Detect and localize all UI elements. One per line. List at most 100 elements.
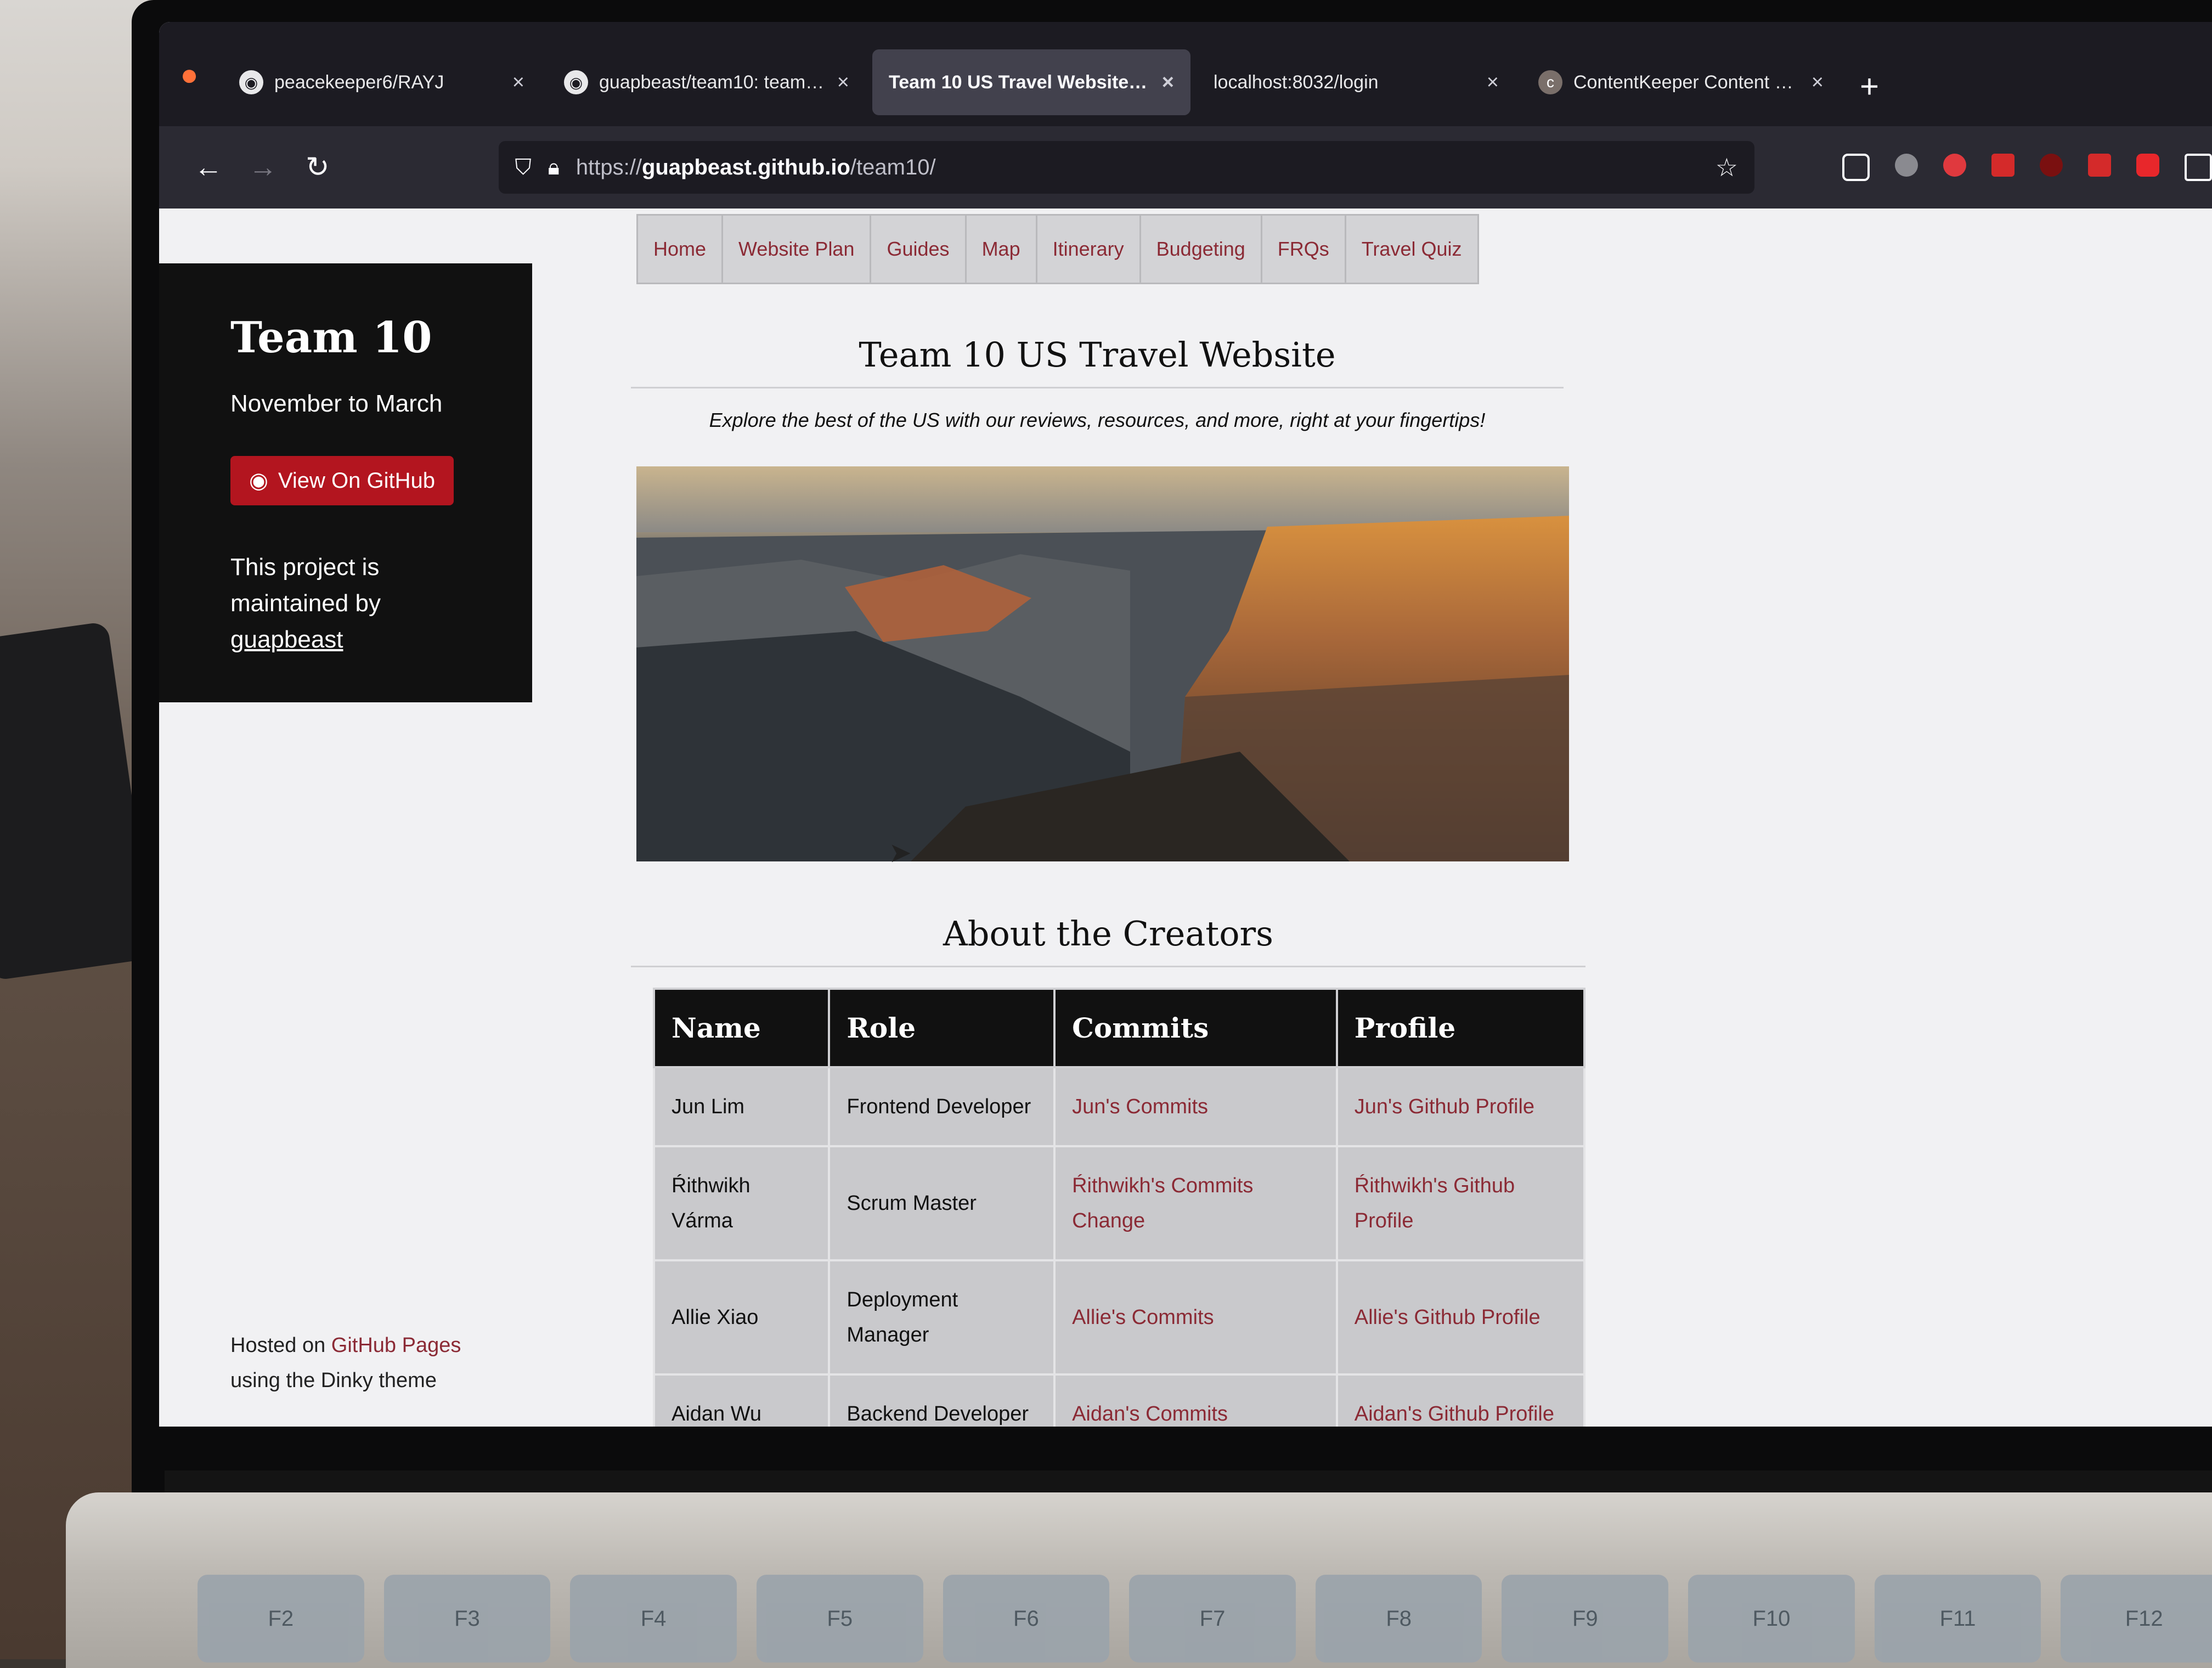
cell-profile: Jun's Github Profile bbox=[1335, 1066, 1586, 1147]
address-bar[interactable]: ⛉ 🔒︎ https://guapbeast.github.io/team10/… bbox=[498, 141, 1755, 194]
table-row: Ŕithwikh Várma Scrum Master Ŕithwikh's C… bbox=[652, 1145, 1586, 1261]
close-icon[interactable]: × bbox=[1812, 71, 1824, 94]
extension-ublock-icon[interactable] bbox=[2040, 154, 2063, 177]
table-header-row: Name Role Commits Profile bbox=[652, 988, 1586, 1068]
profile-link[interactable]: Ŕithwikh's Github Profile bbox=[1355, 1174, 1515, 1232]
tab-strip: ● ◉ peacekeeper6/RAYJ × ◉ guapbeast/team… bbox=[159, 22, 2212, 126]
profile-link[interactable]: Aidan's Github Profile bbox=[1355, 1402, 1554, 1425]
function-key[interactable]: F11 bbox=[1874, 1575, 2041, 1663]
tab-title: guapbeast/team10: team10 bbox=[599, 71, 826, 93]
header-commits: Commits bbox=[1053, 988, 1338, 1068]
function-key[interactable]: F8 bbox=[1315, 1575, 1482, 1663]
nav-home[interactable]: Home bbox=[638, 216, 724, 283]
tab-4[interactable]: localhost:8032/login × bbox=[1197, 49, 1515, 115]
navigation-toolbar: ← → ↻ ⛉ 🔒︎ https://guapbeast.github.io/t… bbox=[159, 126, 2212, 208]
nav-budgeting[interactable]: Budgeting bbox=[1141, 216, 1262, 283]
extensions-puzzle-icon[interactable] bbox=[2185, 154, 2212, 181]
commits-link[interactable]: Jun's Commits bbox=[1072, 1095, 1208, 1118]
tab-title: peacekeeper6/RAYJ bbox=[274, 71, 444, 93]
cell-profile: Ŕithwikh's Github Profile bbox=[1335, 1145, 1586, 1261]
tab-3-active[interactable]: Team 10 US Travel Website | Team 10 × bbox=[872, 49, 1190, 115]
profile-link[interactable]: Jun's Github Profile bbox=[1355, 1095, 1534, 1118]
cell-role: Frontend Developer bbox=[828, 1066, 1056, 1147]
tab-5[interactable]: c ContentKeeper Content Filtering × bbox=[1522, 49, 1840, 115]
reload-icon[interactable]: ↻ bbox=[290, 151, 345, 184]
nav-frqs[interactable]: FRQs bbox=[1262, 216, 1346, 283]
extension-shield-icon[interactable] bbox=[1943, 154, 1967, 177]
lock-icon: 🔒︎ bbox=[548, 155, 560, 179]
cell-profile: Aidan's Github Profile bbox=[1335, 1373, 1586, 1427]
profile-link[interactable]: Allie's Github Profile bbox=[1355, 1306, 1541, 1329]
table-row: Allie Xiao Deployment Manager Allie's Co… bbox=[652, 1259, 1586, 1376]
maintainer-text: This project is maintained by guapbeast bbox=[230, 549, 439, 658]
page-title: Team 10 US Travel Website bbox=[631, 335, 1564, 388]
function-key[interactable]: F10 bbox=[1688, 1575, 1855, 1663]
canyon-illustration bbox=[636, 466, 1569, 861]
function-key-row: F2 F3 F4 F5 F6 F7 F8 F9 F10 F11 F12 bbox=[198, 1575, 2212, 1663]
nav-guides[interactable]: Guides bbox=[871, 216, 967, 283]
cell-role: Deployment Manager bbox=[828, 1259, 1056, 1376]
bookmark-star-icon[interactable]: ☆ bbox=[1716, 153, 1738, 182]
extension-avatar-icon[interactable] bbox=[1895, 154, 1918, 177]
laptop-screen: ● ◉ peacekeeper6/RAYJ × ◉ guapbeast/team… bbox=[159, 22, 2212, 1427]
commits-link[interactable]: Aidan's Commits bbox=[1072, 1402, 1228, 1425]
tab-title: ContentKeeper Content Filtering bbox=[1573, 71, 1801, 93]
view-on-github-label: View On GitHub bbox=[278, 468, 435, 493]
contentkeeper-icon: c bbox=[1538, 70, 1562, 94]
grand-canyon-image bbox=[636, 466, 1569, 861]
header-profile: Profile bbox=[1335, 988, 1586, 1068]
close-icon[interactable]: × bbox=[1162, 71, 1174, 94]
commits-link[interactable]: Ŕithwikh's Commits Change bbox=[1072, 1174, 1253, 1232]
header-name: Name bbox=[652, 988, 831, 1068]
close-icon[interactable]: × bbox=[837, 71, 849, 94]
nav-itinerary[interactable]: Itinerary bbox=[1037, 216, 1141, 283]
table-row: Jun Lim Frontend Developer Jun's Commits… bbox=[652, 1066, 1586, 1147]
url-text: https://guapbeast.github.io/team10/ bbox=[575, 155, 936, 179]
close-icon[interactable]: × bbox=[512, 71, 524, 94]
cell-name: Aidan Wu bbox=[652, 1373, 831, 1427]
pocket-icon[interactable] bbox=[1842, 154, 1870, 181]
forward-arrow-icon[interactable]: → bbox=[236, 151, 291, 184]
cell-role: Backend Developer bbox=[828, 1373, 1056, 1427]
shield-icon: ⛉ bbox=[515, 155, 532, 179]
function-key[interactable]: F12 bbox=[2061, 1575, 2212, 1663]
github-pages-link[interactable]: GitHub Pages bbox=[331, 1334, 461, 1357]
new-tab-icon[interactable]: + bbox=[1860, 67, 1879, 105]
view-on-github-button[interactable]: ◉ View On GitHub bbox=[230, 456, 454, 505]
page-tagline: Explore the best of the US with our revi… bbox=[709, 409, 1486, 431]
nav-map[interactable]: Map bbox=[966, 216, 1037, 283]
cell-commits: Jun's Commits bbox=[1053, 1066, 1338, 1147]
cell-role: Scrum Master bbox=[828, 1145, 1056, 1261]
tab-title: Team 10 US Travel Website | Team 10 bbox=[889, 71, 1151, 93]
cell-name: Jun Lim bbox=[652, 1066, 831, 1147]
nav-travel-quiz[interactable]: Travel Quiz bbox=[1346, 216, 1477, 283]
cell-name: Ŕithwikh Várma bbox=[652, 1145, 831, 1261]
extension-lock-icon[interactable] bbox=[1991, 154, 2015, 177]
function-key[interactable]: F2 bbox=[198, 1575, 364, 1663]
octocat-icon: ◉ bbox=[249, 469, 268, 493]
header-role: Role bbox=[828, 988, 1056, 1068]
function-key[interactable]: F6 bbox=[943, 1575, 1110, 1663]
table-row: Aidan Wu Backend Developer Aidan's Commi… bbox=[652, 1373, 1586, 1427]
maintainer-label: This project is maintained by bbox=[230, 554, 381, 617]
function-key[interactable]: F4 bbox=[570, 1575, 737, 1663]
extension-video-icon[interactable] bbox=[2136, 154, 2160, 177]
tab-2[interactable]: ◉ guapbeast/team10: team10 × bbox=[548, 49, 866, 115]
function-key[interactable]: F7 bbox=[1129, 1575, 1296, 1663]
web-page: Team 10 November to March ◉ View On GitH… bbox=[159, 208, 2212, 1427]
function-key[interactable]: F9 bbox=[1502, 1575, 1669, 1663]
site-title: Team 10 bbox=[230, 313, 432, 363]
firefox-icon: ● bbox=[180, 57, 199, 92]
maintainer-link[interactable]: guapbeast bbox=[230, 626, 343, 653]
tab-1[interactable]: ◉ peacekeeper6/RAYJ × bbox=[223, 49, 541, 115]
theme-label: using the Dinky theme bbox=[230, 1369, 437, 1392]
close-icon[interactable]: × bbox=[1487, 71, 1499, 94]
github-icon: ◉ bbox=[564, 70, 588, 94]
function-key[interactable]: F5 bbox=[756, 1575, 923, 1663]
extension-alert-icon[interactable] bbox=[2088, 154, 2112, 177]
commits-link[interactable]: Allie's Commits bbox=[1072, 1306, 1214, 1329]
nav-website-plan[interactable]: Website Plan bbox=[723, 216, 872, 283]
function-key[interactable]: F3 bbox=[383, 1575, 551, 1663]
back-arrow-icon[interactable]: ← bbox=[181, 151, 236, 184]
tab-title: localhost:8032/login bbox=[1214, 71, 1379, 93]
